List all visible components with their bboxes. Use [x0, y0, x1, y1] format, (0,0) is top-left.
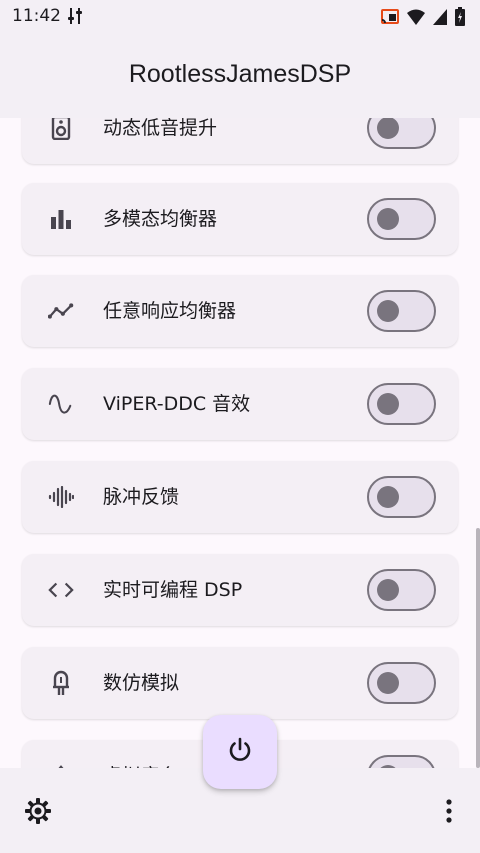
toggle-switch[interactable] [367, 383, 436, 425]
vacuum-tube-icon [48, 670, 74, 695]
effect-card-arbitrary-eq[interactable]: 任意响应均衡器 [22, 275, 458, 347]
effect-label: 任意响应均衡器 [103, 300, 237, 322]
effect-card-analog-modeling[interactable]: 数仿模拟 [22, 647, 458, 719]
toggle-switch[interactable] [367, 662, 436, 704]
effect-label: 多模态均衡器 [103, 208, 218, 230]
effect-label: ViPER-DDC 音效 [103, 393, 251, 415]
top-app-bar: RootlessJamesDSP [0, 34, 480, 118]
effect-card-multimodal-eq[interactable]: 多模态均衡器 [22, 183, 458, 255]
toggle-switch[interactable] [367, 476, 436, 518]
status-bar: 11:42 [0, 0, 480, 34]
toggle-switch[interactable] [367, 290, 436, 332]
status-time: 11:42 [12, 6, 61, 26]
line-graph-icon [48, 299, 74, 323]
more-vert-icon[interactable] [444, 798, 454, 824]
effect-label: 脉冲反馈 [103, 486, 180, 508]
toggle-switch[interactable] [367, 118, 436, 149]
switch-thumb [377, 393, 399, 415]
effect-label: 动态低音提升 [103, 118, 218, 139]
toggle-switch[interactable] [367, 569, 436, 611]
effect-card-liveprog[interactable]: 实时可编程 DSP [22, 554, 458, 626]
effect-label: 实时可编程 DSP [103, 579, 243, 601]
effect-label: 虚拟音台 [103, 740, 179, 768]
bar-chart-icon [48, 207, 74, 231]
switch-thumb [377, 300, 399, 322]
waveform-icon [48, 485, 74, 509]
cast-icon [380, 8, 400, 30]
switch-thumb [377, 672, 399, 694]
effect-label: 数仿模拟 [103, 672, 180, 694]
effects-list[interactable]: 动态低音提升 多模态均衡器 任意响应均衡器 ViPER-DDC 音效 脉冲反馈 … [0, 118, 480, 768]
battery-icon [454, 7, 466, 31]
wifi-icon [406, 8, 426, 30]
effect-card-convolver[interactable]: 脉冲反馈 [22, 461, 458, 533]
switch-thumb [377, 208, 399, 230]
code-brackets-icon [48, 578, 74, 602]
app-title: RootlessJamesDSP [128, 60, 352, 88]
scrollbar[interactable] [476, 528, 480, 768]
toggle-switch[interactable] [367, 198, 436, 240]
power-icon [226, 736, 254, 768]
toggle-switch[interactable] [367, 755, 436, 768]
sine-wave-icon [48, 392, 74, 416]
switch-thumb [377, 486, 399, 508]
gear-icon[interactable] [24, 797, 52, 825]
signal-icon [432, 8, 448, 30]
switch-thumb [377, 579, 399, 601]
effect-card-bass-boost[interactable]: 动态低音提升 [22, 118, 458, 164]
switch-thumb [377, 118, 399, 139]
speaker-icon [48, 118, 74, 140]
power-toggle-fab[interactable] [203, 715, 277, 789]
effect-card-viper-ddc[interactable]: ViPER-DDC 音效 [22, 368, 458, 440]
equalizer-settings-icon [67, 7, 83, 29]
